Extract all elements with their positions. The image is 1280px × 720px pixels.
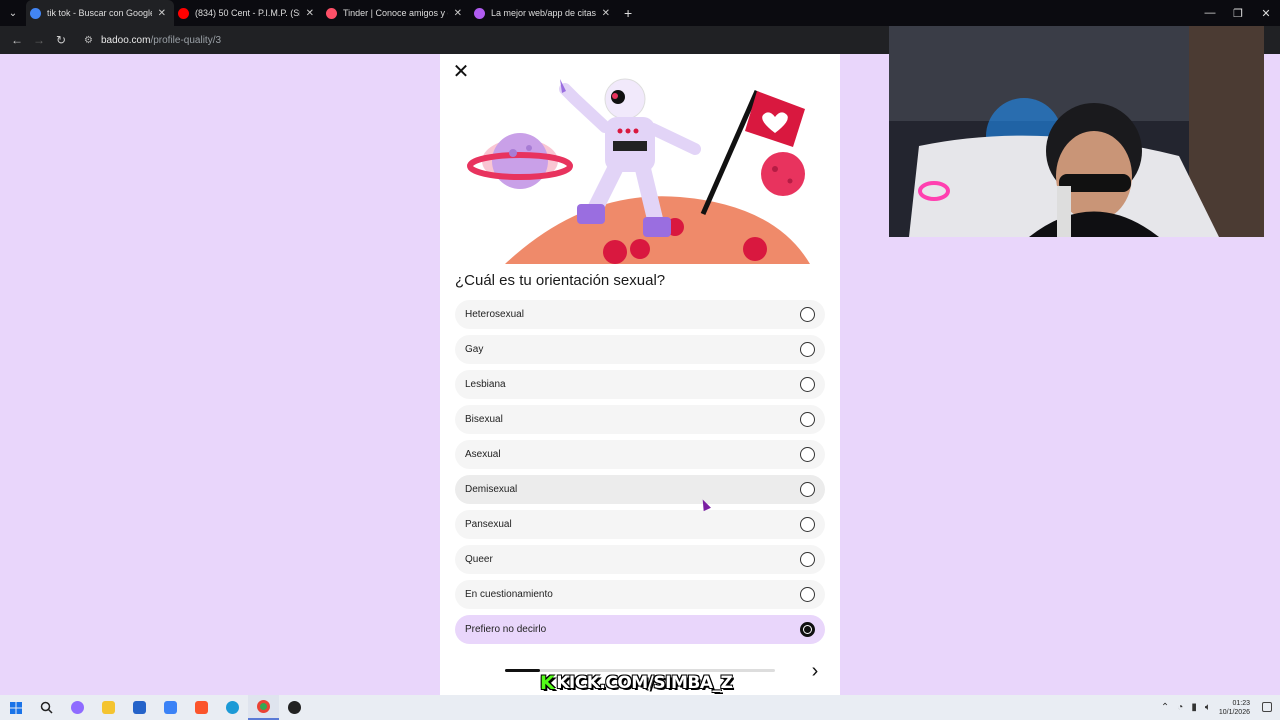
radio-button[interactable]: [800, 447, 815, 462]
volume-icon[interactable]: 🔈︎: [1205, 702, 1211, 713]
tinder-icon: [326, 7, 337, 19]
edge-browser-icon[interactable]: [217, 695, 248, 720]
radio-button[interactable]: [800, 412, 815, 427]
app-icon[interactable]: [155, 695, 186, 720]
radio-button[interactable]: [800, 552, 815, 567]
tray-chevron-icon[interactable]: ⌃: [1161, 702, 1169, 713]
notifications-icon[interactable]: [1262, 702, 1272, 712]
window-controls: — ❐ ✕: [1196, 0, 1280, 26]
close-window-icon[interactable]: ✕: [1252, 0, 1280, 26]
option-label: Bisexual: [465, 414, 503, 425]
minimize-icon[interactable]: —: [1196, 0, 1224, 26]
copilot-icon[interactable]: [62, 695, 93, 720]
windows-taskbar: ⌃ ◔ ▮ 🔈︎ 01:23 10/1/2026: [0, 695, 1280, 720]
url-path: /profile-quality/3: [150, 34, 222, 46]
radio-button[interactable]: [800, 307, 815, 322]
watermark-text: KICK.COM/SIMBA_Z: [556, 673, 733, 693]
orientation-option[interactable]: Demisexual: [455, 475, 825, 504]
chrome-browser-icon[interactable]: [248, 695, 279, 720]
search-icon[interactable]: [31, 695, 62, 720]
tab-close-icon[interactable]: ✕: [602, 8, 610, 19]
browser-tab[interactable]: (834) 50 Cent - P.I.M.P. (Snoop ✕: [174, 0, 322, 26]
browser-tab[interactable]: Tinder | Conoce amigos y gente ✕: [322, 0, 470, 26]
reload-icon[interactable]: ↻: [50, 29, 72, 51]
radio-button[interactable]: [800, 342, 815, 357]
option-label: Asexual: [465, 449, 501, 460]
orientation-option[interactable]: Bisexual: [455, 405, 825, 434]
radio-button[interactable]: [800, 482, 815, 497]
progress-bar-fill: [505, 669, 541, 672]
forward-arrow-icon[interactable]: →: [28, 29, 50, 51]
badoo-icon: [474, 7, 485, 19]
astronaut-illustration: [467, 78, 810, 264]
browser-tab[interactable]: La mejor web/app de citas grat ✕: [470, 0, 618, 26]
youtube-icon: [178, 7, 189, 19]
obs-icon[interactable]: [279, 695, 310, 720]
orientation-option[interactable]: Queer: [455, 545, 825, 574]
radio-button[interactable]: [800, 587, 815, 602]
option-label: Queer: [465, 554, 493, 565]
tab-title: Tinder | Conoce amigos y gente: [343, 8, 448, 18]
tab-title: La mejor web/app de citas grat: [491, 8, 596, 18]
orientation-option[interactable]: Pansexual: [455, 510, 825, 539]
wifi-icon[interactable]: ◔: [1177, 702, 1183, 713]
tab-close-icon[interactable]: ✕: [454, 8, 462, 19]
orientation-option[interactable]: Gay: [455, 335, 825, 364]
option-label: Heterosexual: [465, 309, 524, 320]
tab-title: tik tok - Buscar con Google: [47, 8, 152, 18]
new-tab-button[interactable]: +: [624, 5, 632, 21]
windows-start-icon[interactable]: [0, 695, 31, 720]
option-label: Prefiero no decirlo: [465, 624, 547, 635]
option-label: Demisexual: [465, 484, 518, 495]
orientation-option[interactable]: En cuestionamiento: [455, 580, 825, 609]
browser-tab-bar: ⌄ tik tok - Buscar con Google ✕ (834) 50 C…: [0, 0, 1280, 26]
site-info-icon[interactable]: ⚙: [84, 35, 93, 46]
radio-button[interactable]: [800, 622, 815, 637]
page-title: ¿Cuál es tu orientación sexual?: [455, 272, 666, 289]
radio-button[interactable]: [800, 517, 815, 532]
maximize-icon[interactable]: ❐: [1224, 0, 1252, 26]
orientation-option[interactable]: Heterosexual: [455, 300, 825, 329]
tab-title: (834) 50 Cent - P.I.M.P. (Snoop: [195, 8, 300, 18]
system-tray: ⌃ ◔ ▮ 🔈︎ 01:23 10/1/2026: [1161, 695, 1250, 720]
url-host: badoo.com: [100, 34, 151, 46]
kick-logo-icon: K: [540, 672, 555, 694]
google-icon: [30, 7, 41, 19]
browser-tab[interactable]: tik tok - Buscar con Google ✕: [26, 0, 174, 26]
address-bar[interactable]: ⚙ badoo.com/profile-quality/3: [76, 29, 936, 51]
file-explorer-icon[interactable]: [93, 695, 124, 720]
webcam-overlay: [889, 26, 1264, 237]
option-label: Lesbiana: [465, 379, 506, 390]
orientation-option[interactable]: Asexual: [455, 440, 825, 469]
option-label: Pansexual: [465, 519, 512, 530]
battery-icon[interactable]: ▮: [1191, 702, 1197, 713]
stream-watermark: K KICK.COM/SIMBA_Z: [540, 671, 733, 695]
orientation-option[interactable]: Lesbiana: [455, 370, 825, 399]
tab-close-icon[interactable]: ✕: [306, 8, 314, 19]
system-clock[interactable]: 01:23 10/1/2026: [1219, 699, 1250, 717]
orientation-option[interactable]: Prefiero no decirlo: [455, 615, 825, 644]
orientation-options-list: Heterosexual Gay Lesbiana Bisexual Asexual De…: [455, 300, 825, 650]
option-label: Gay: [465, 344, 484, 355]
profile-quality-modal: ✕ ¿Cuál es tu orientación sexual? Hetero…: [440, 54, 840, 695]
option-label: En cuestionamiento: [465, 589, 553, 600]
radio-button[interactable]: [800, 377, 815, 392]
brave-browser-icon[interactable]: [186, 695, 217, 720]
tab-search-chevron-icon[interactable]: ⌄: [0, 0, 26, 26]
store-icon[interactable]: [124, 695, 155, 720]
tab-close-icon[interactable]: ✕: [158, 8, 166, 19]
back-arrow-icon[interactable]: ←: [6, 29, 28, 51]
clock-date: 10/1/2026: [1218, 708, 1250, 716]
tab-strip: tik tok - Buscar con Google ✕ (834) 50 Cen…: [26, 0, 618, 26]
next-arrow-icon[interactable]: ›: [802, 658, 828, 684]
clock-time: 01:23: [1232, 699, 1250, 707]
